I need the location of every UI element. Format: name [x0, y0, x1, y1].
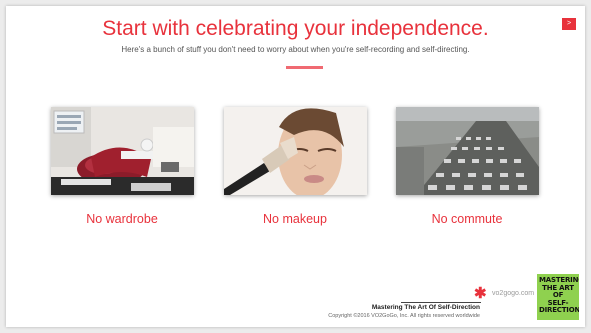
course-title: Mastering The Art Of Self-Direction	[371, 304, 480, 311]
footer-rule	[401, 302, 481, 303]
traffic-photo	[396, 107, 539, 195]
wardrobe-caption: No wardrobe	[86, 212, 158, 226]
makeup-photo	[224, 107, 367, 195]
logo-text: vo2gogo.com	[492, 289, 535, 297]
slide-title: Start with celebrating your independence…	[102, 17, 489, 40]
book-cover-title: MASTERING THE ART OF SELF-DIRECTION	[539, 276, 579, 314]
slide-subtitle: Here's a bunch of stuff you don't need t…	[121, 45, 470, 54]
next-slide-button[interactable]: >	[562, 18, 576, 30]
makeup-caption: No makeup	[263, 212, 327, 226]
traffic-caption: No commute	[431, 212, 503, 226]
slide: Start with celebrating your independence…	[6, 6, 585, 327]
vo2gogo-logo: ✱ vo2gogo.com	[474, 284, 535, 302]
wardrobe-photo	[51, 107, 194, 195]
red-asterisk-icon: ✱	[474, 284, 487, 302]
book-cover-thumbnail: MASTERING THE ART OF SELF-DIRECTION	[537, 274, 579, 320]
title-underline	[286, 66, 323, 69]
copyright-text: Copyright ©2016 VO2GoGo, Inc. All rights…	[328, 313, 480, 319]
